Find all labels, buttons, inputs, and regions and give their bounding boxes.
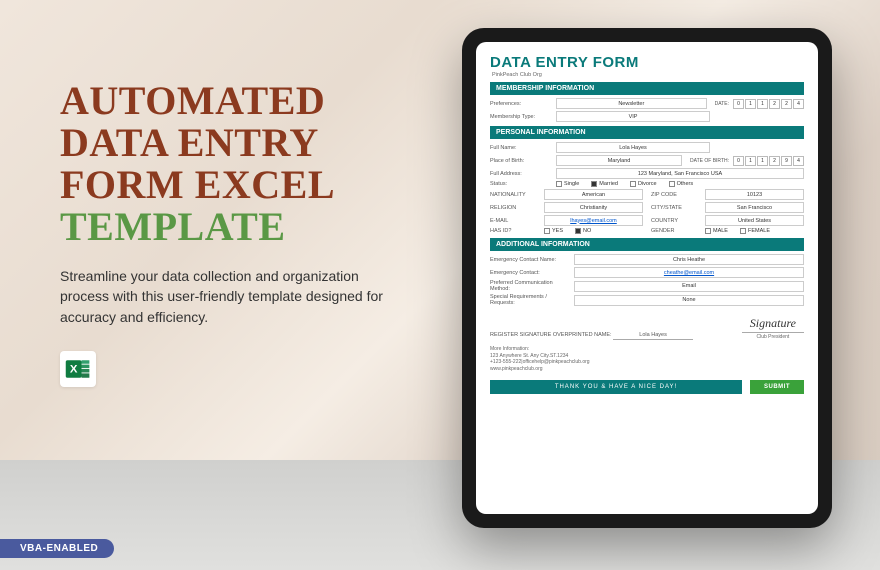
checkbox-others[interactable]: Others — [669, 181, 694, 187]
input-preferences[interactable]: Newsletter — [556, 98, 707, 109]
label: Full Name: — [490, 145, 552, 151]
label: Status: — [490, 181, 552, 187]
input-nationality[interactable]: American — [544, 189, 643, 200]
input-religion[interactable]: Christianity — [544, 202, 643, 213]
input-membership-type[interactable]: VIP — [556, 111, 710, 122]
checkbox-divorce[interactable]: Divorce — [630, 181, 657, 187]
section-personal: PERSONAL INFORMATION — [490, 126, 804, 139]
input-special[interactable]: None — [574, 295, 804, 306]
label: DATE OF BIRTH: — [690, 158, 729, 164]
input-address[interactable]: 123 Maryland, San Francisco USA — [556, 168, 804, 179]
input-email[interactable]: lhayes@email.com — [544, 215, 643, 226]
dob-input[interactable]: 011294 — [733, 156, 804, 166]
label: Full Address: — [490, 171, 552, 177]
form-screen: DATA ENTRY FORM PinkPeach Club Org MEMBE… — [476, 42, 818, 514]
excel-icon: X — [60, 351, 96, 387]
vba-badge: VBA-ENABLED — [0, 539, 114, 558]
label: Preferences: — [490, 101, 552, 107]
submit-button[interactable]: SUBMIT — [750, 380, 804, 394]
input-zip[interactable]: 10123 — [705, 189, 804, 200]
label: Place of Birth: — [490, 158, 552, 164]
checkbox-id-no[interactable]: NO — [575, 228, 591, 234]
svg-text:X: X — [70, 363, 78, 375]
label: Membership Type: — [490, 114, 552, 120]
thanks-banner: THANK YOU & HAVE A NICE DAY! — [490, 380, 742, 394]
signature-label: REGISTER SIGNATURE OVERPRINTED NAME: Lol… — [490, 332, 732, 340]
main-heading: AUTOMATED DATA ENTRY FORM EXCEL TEMPLATE — [60, 80, 440, 248]
input-ec-name[interactable]: Chris Heathe — [574, 254, 804, 265]
checkbox-id-yes[interactable]: YES — [544, 228, 563, 234]
left-content: AUTOMATED DATA ENTRY FORM EXCEL TEMPLATE… — [60, 80, 440, 387]
input-pob[interactable]: Maryland — [556, 155, 682, 166]
checkbox-female[interactable]: FEMALE — [740, 228, 770, 234]
form-title: DATA ENTRY FORM — [490, 54, 804, 71]
input-city[interactable]: San Francisco — [705, 202, 804, 213]
input-ec[interactable]: cheathe@email.com — [574, 267, 804, 278]
section-membership: MEMBERSHIP INFORMATION — [490, 82, 804, 95]
checkbox-single[interactable]: Single — [556, 181, 579, 187]
date-input[interactable]: 011224 — [733, 99, 804, 109]
heading-line: DATA ENTRY — [60, 120, 319, 165]
heading-line: FORM EXCEL — [60, 162, 335, 207]
checkbox-male[interactable]: MALE — [705, 228, 728, 234]
input-pcm[interactable]: Email — [574, 281, 804, 292]
section-additional: ADDITIONAL INFORMATION — [490, 238, 804, 251]
more-info: More Information: 123 Anywhere St. Any C… — [490, 346, 804, 372]
tablet-frame: DATA ENTRY FORM PinkPeach Club Org MEMBE… — [462, 28, 832, 528]
input-country[interactable]: United States — [705, 215, 804, 226]
heading-line-accent: TEMPLATE — [60, 204, 286, 249]
signature-block: Signature Club President — [742, 316, 804, 340]
input-name[interactable]: Lola Hayes — [556, 142, 710, 153]
checkbox-married[interactable]: Married — [591, 181, 618, 187]
heading-line: AUTOMATED — [60, 78, 325, 123]
description-text: Streamline your data collection and orga… — [60, 266, 400, 327]
form-subtitle: PinkPeach Club Org — [492, 72, 804, 78]
label: DATE: — [715, 101, 729, 107]
